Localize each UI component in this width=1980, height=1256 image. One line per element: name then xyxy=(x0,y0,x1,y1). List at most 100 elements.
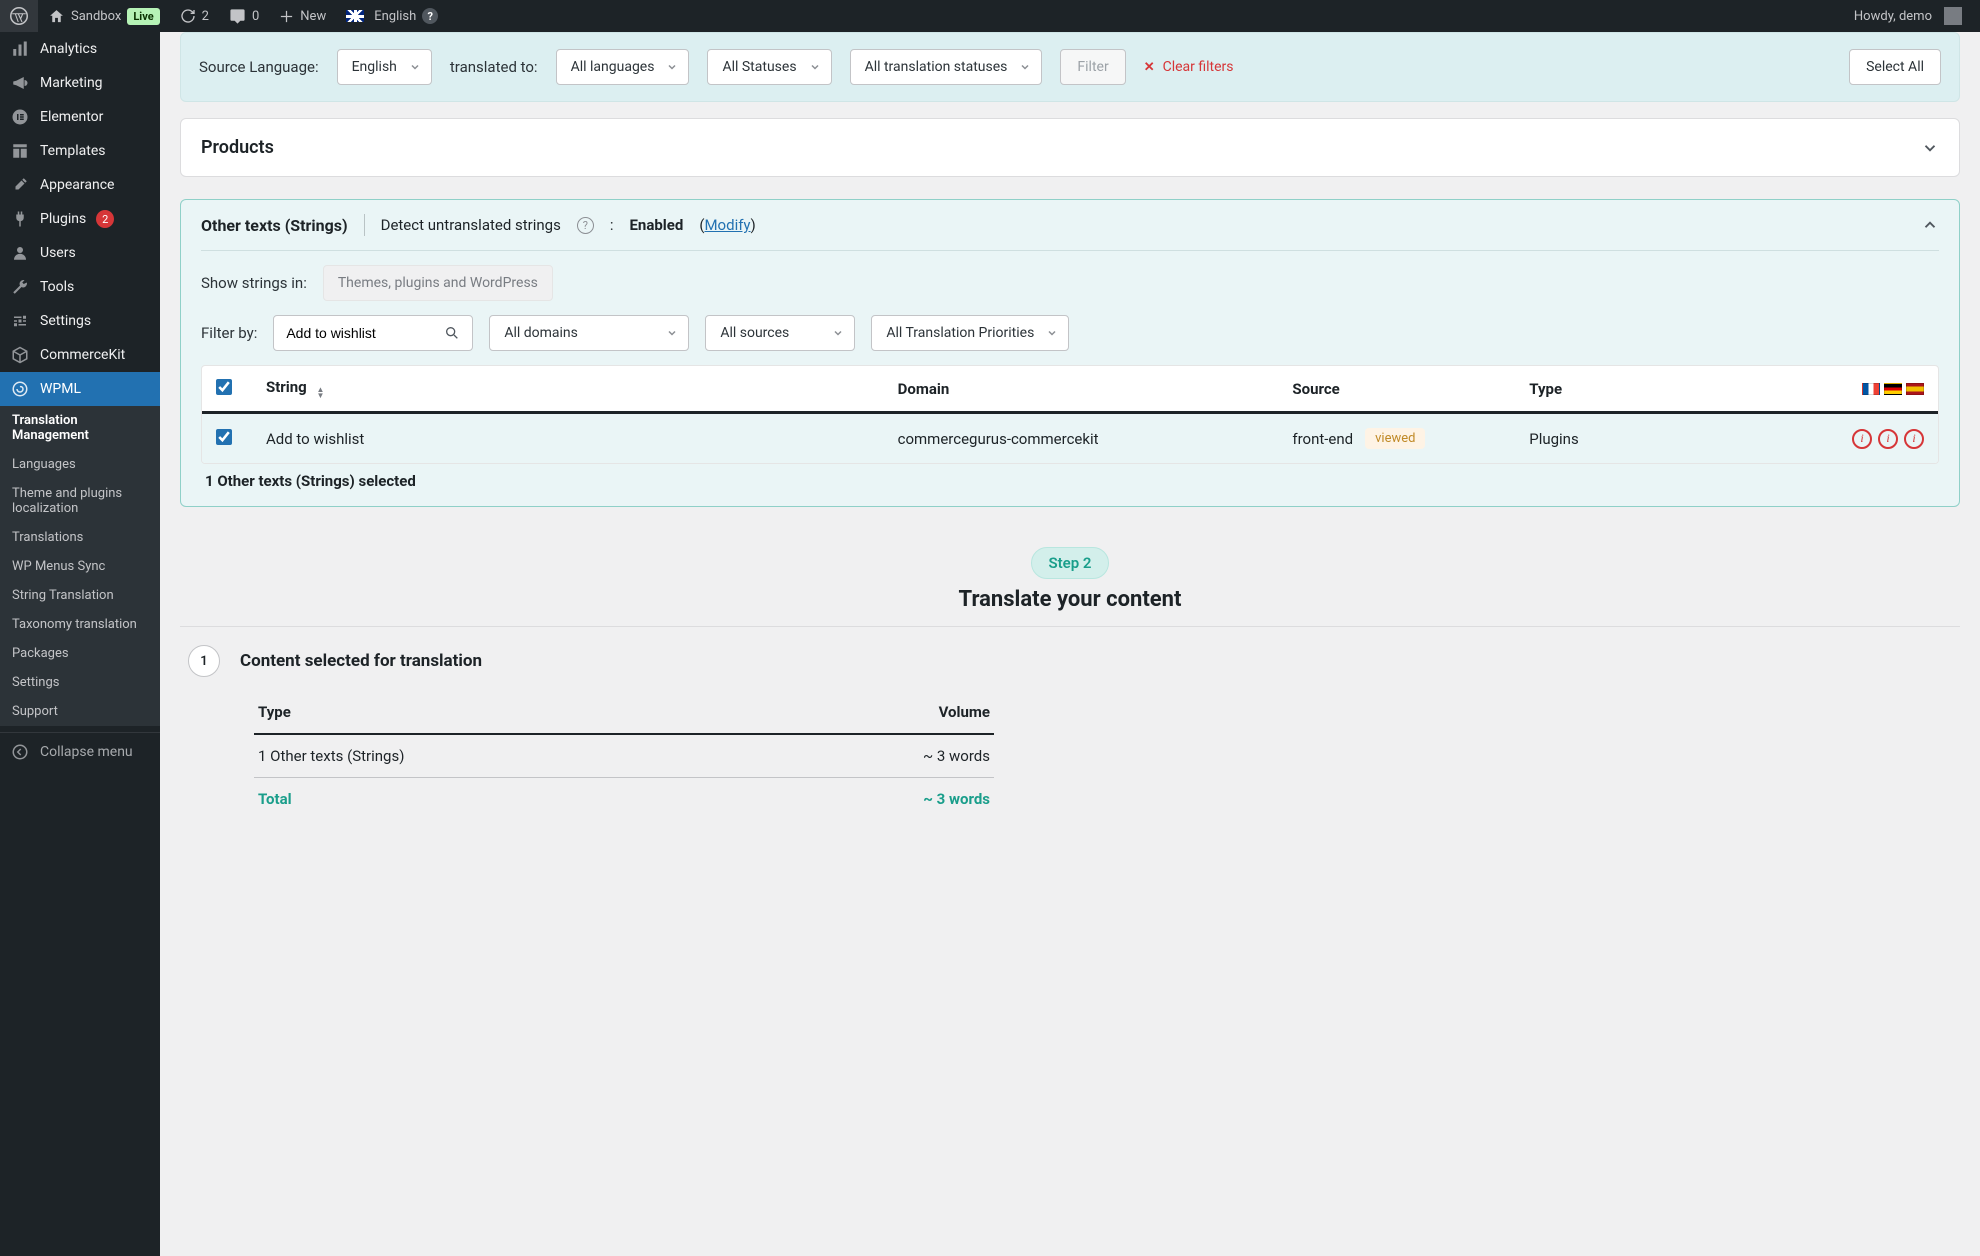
sidebar-item-appearance[interactable]: Appearance xyxy=(0,168,160,202)
row-checkbox[interactable] xyxy=(216,429,232,445)
sidebar-item-templates[interactable]: Templates xyxy=(0,134,160,168)
source-language-select[interactable]: English xyxy=(337,49,432,85)
flag-uk-icon xyxy=(346,10,364,22)
translation-status-select[interactable]: All translation statuses xyxy=(850,49,1043,85)
sources-select[interactable]: All sources xyxy=(705,315,855,351)
submenu-packages[interactable]: Packages xyxy=(0,639,160,668)
row-source: front-end xyxy=(1292,430,1353,448)
submenu-translations[interactable]: Translations xyxy=(0,523,160,552)
collapse-menu-button[interactable]: Collapse menu xyxy=(0,732,160,771)
select-all-checkbox[interactable] xyxy=(216,379,232,395)
sidebar-item-plugins[interactable]: Plugins 2 xyxy=(0,202,160,236)
th-type: Type xyxy=(1529,380,1726,398)
sidebar-item-tools[interactable]: Tools xyxy=(0,270,160,304)
chevron-down-icon xyxy=(1921,139,1939,157)
string-search-input[interactable] xyxy=(273,315,473,351)
wp-logo-menu[interactable] xyxy=(0,0,38,32)
plug-icon xyxy=(10,210,30,228)
summary-header: Type Volume xyxy=(254,691,994,735)
status-select[interactable]: All Statuses xyxy=(707,49,831,85)
help-icon[interactable]: ? xyxy=(577,217,594,234)
string-search-field[interactable] xyxy=(286,325,444,341)
sidebar-item-elementor[interactable]: Elementor xyxy=(0,100,160,134)
select-all-button[interactable]: Select All xyxy=(1849,49,1941,85)
search-icon xyxy=(444,325,460,341)
summary-col-volume: Volume xyxy=(939,703,990,721)
summary-total-volume: ~ 3 words xyxy=(923,790,990,808)
submenu-settings[interactable]: Settings xyxy=(0,668,160,697)
clear-filters-link[interactable]: ✕ Clear filters xyxy=(1144,59,1234,75)
sidebar-item-commercekit[interactable]: CommerceKit xyxy=(0,338,160,372)
th-string[interactable]: String ▲▼ xyxy=(266,378,898,399)
products-panel-title: Products xyxy=(201,137,274,158)
sidebar-label: Plugins xyxy=(40,211,86,227)
row-domain: commercegurus-commercekit xyxy=(898,430,1293,448)
avatar-icon xyxy=(1944,7,1962,25)
step2-badge-row: Step 2 xyxy=(180,547,1960,579)
language-menu[interactable]: English ? xyxy=(336,0,448,32)
translated-to-select[interactable]: All languages xyxy=(556,49,690,85)
summary-row: 1 Other texts (Strings) ~ 3 words xyxy=(254,735,994,778)
needs-translation-es-icon[interactable]: i xyxy=(1904,429,1924,449)
filter-by-row: Filter by: All domains All sources xyxy=(201,315,1939,351)
filter-by-label: Filter by: xyxy=(201,324,257,342)
submenu-languages[interactable]: Languages xyxy=(0,450,160,479)
submenu-support[interactable]: Support xyxy=(0,697,160,726)
content-selected-title: Content selected for translation xyxy=(240,651,1000,671)
show-strings-dropdown[interactable]: Themes, plugins and WordPress xyxy=(323,265,553,301)
flag-de-icon xyxy=(1884,383,1902,395)
chevron-down-icon xyxy=(1019,61,1031,73)
analytics-icon xyxy=(10,40,30,58)
needs-translation-fr-icon[interactable]: i xyxy=(1852,429,1872,449)
close-icon: ✕ xyxy=(1144,60,1155,75)
account-menu[interactable]: Howdy, demo xyxy=(1844,0,1972,32)
source-language-value: English xyxy=(352,59,397,75)
sidebar-label: CommerceKit xyxy=(40,347,125,363)
submenu-translation-management[interactable]: Translation Management xyxy=(0,406,160,450)
table-header-row: String ▲▼ Domain Source Type xyxy=(202,366,1938,414)
comments-menu[interactable]: 0 xyxy=(219,0,269,32)
filter-button[interactable]: Filter xyxy=(1060,49,1125,85)
submenu-taxonomy-translation[interactable]: Taxonomy translation xyxy=(0,610,160,639)
sidebar-item-analytics[interactable]: Analytics xyxy=(0,32,160,66)
translation-priorities-select[interactable]: All Translation Priorities xyxy=(871,315,1069,351)
sidebar-label: Elementor xyxy=(40,109,103,125)
sidebar-item-marketing[interactable]: Marketing xyxy=(0,66,160,100)
chevron-down-icon xyxy=(666,327,678,339)
submenu-theme-plugins-loc[interactable]: Theme and plugins localization xyxy=(0,479,160,523)
sidebar-item-users[interactable]: Users xyxy=(0,236,160,270)
wpml-submenu: Translation Management Languages Theme a… xyxy=(0,406,160,726)
site-name: Sandbox xyxy=(71,9,121,24)
th-source: Source xyxy=(1292,380,1529,398)
updates-menu[interactable]: 2 xyxy=(170,0,219,32)
brush-icon xyxy=(10,176,30,194)
megaphone-icon xyxy=(10,74,30,92)
sidebar-item-settings[interactable]: Settings xyxy=(0,304,160,338)
needs-translation-de-icon[interactable]: i xyxy=(1878,429,1898,449)
products-panel-toggle[interactable]: Products xyxy=(180,118,1960,177)
translation-status-value: All translation statuses xyxy=(865,59,1008,75)
site-name-menu[interactable]: Sandbox Live xyxy=(38,0,170,32)
summary-total-label: Total xyxy=(258,790,292,808)
help-icon[interactable]: ? xyxy=(422,8,438,24)
new-content-menu[interactable]: New xyxy=(269,0,336,32)
submenu-wp-menus-sync[interactable]: WP Menus Sync xyxy=(0,552,160,581)
domains-select[interactable]: All domains xyxy=(489,315,689,351)
sidebar-item-wpml[interactable]: WPML xyxy=(0,372,160,406)
submenu-string-translation[interactable]: String Translation xyxy=(0,581,160,610)
other-texts-title: Other texts (Strings) xyxy=(201,216,348,235)
top-admin-bar: Sandbox Live 2 0 New English ? xyxy=(0,0,1980,32)
main-content: Source Language: English translated to: … xyxy=(160,32,1980,860)
chevron-up-icon[interactable] xyxy=(1921,216,1939,234)
sliders-icon xyxy=(10,312,30,330)
wordpress-icon xyxy=(10,7,28,25)
show-strings-placeholder: Themes, plugins and WordPress xyxy=(338,275,538,291)
source-language-label: Source Language: xyxy=(199,58,319,76)
chevron-down-icon xyxy=(809,61,821,73)
viewed-tag: viewed xyxy=(1365,428,1425,449)
step-number-badge: 1 xyxy=(188,645,220,677)
chevron-down-icon xyxy=(666,61,678,73)
modify-link[interactable]: Modify xyxy=(704,216,750,234)
comments-count: 0 xyxy=(252,9,259,24)
update-icon xyxy=(180,8,196,24)
